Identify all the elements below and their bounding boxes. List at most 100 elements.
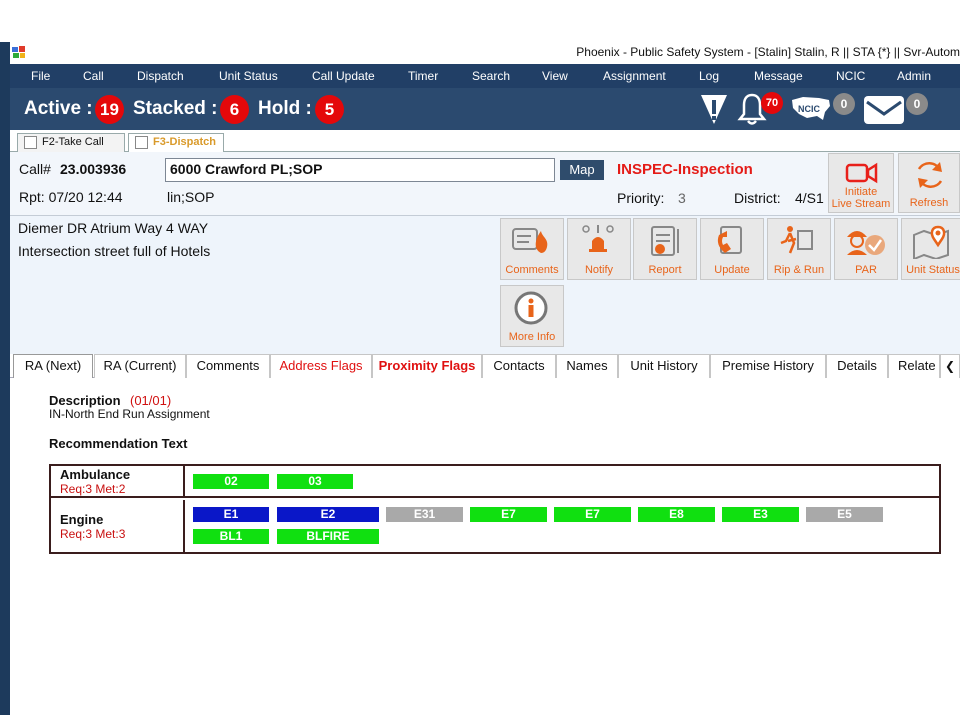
note-line-2: Intersection street full of Hotels xyxy=(18,243,211,259)
comments-button[interactable]: Comments xyxy=(500,218,564,280)
update-button[interactable]: Update xyxy=(700,218,764,280)
unit-chip[interactable]: E31 xyxy=(386,507,463,522)
tab-scroll-left-button[interactable]: ❮ xyxy=(940,354,960,378)
unit-chip[interactable]: BL1 xyxy=(193,529,269,544)
video-camera-icon xyxy=(845,162,878,184)
stacked-count-badge[interactable]: 6 xyxy=(220,95,249,124)
note-line-1: Diemer DR Atrium Way 4 WAY xyxy=(18,220,209,236)
priority-label: Priority: xyxy=(617,190,665,206)
menu-search[interactable]: Search xyxy=(472,69,510,83)
map-pin-icon xyxy=(913,225,949,259)
live-stream-label-2: Live Stream xyxy=(831,198,891,210)
unit-chip[interactable]: E7 xyxy=(470,507,547,522)
menu-timer[interactable]: Timer xyxy=(408,69,438,83)
recommendation-label: Recommendation Text xyxy=(49,436,188,451)
active-count-badge[interactable]: 19 xyxy=(95,95,124,124)
comments-fire-icon xyxy=(512,228,548,253)
unit-chip[interactable]: E5 xyxy=(806,507,883,522)
call-type: INSPEC-Inspection xyxy=(617,161,753,178)
warning-icon[interactable] xyxy=(699,92,729,126)
unit-status-button[interactable]: Unit Status xyxy=(901,218,960,280)
unit-chip[interactable]: E1 xyxy=(193,507,269,522)
tab-ra-next[interactable]: RA (Next) xyxy=(13,354,93,379)
unit-chip[interactable]: 02 xyxy=(193,474,269,489)
description-count: (01/01) xyxy=(130,393,172,408)
tab-related[interactable]: Relate xyxy=(888,354,940,378)
tab-comments[interactable]: Comments xyxy=(186,354,270,378)
tab-dispatch[interactable]: F3-Dispatch xyxy=(128,133,224,152)
app-icon xyxy=(12,46,25,58)
unit-chip[interactable]: BLFIRE xyxy=(277,529,379,544)
ra-category-cell: Engine Req:3 Met:3 xyxy=(51,500,185,554)
call-number-label: Call# xyxy=(19,161,51,177)
location-code: lin;SOP xyxy=(167,189,215,205)
detail-tabs: RA (Next) RA (Current) Comments Address … xyxy=(10,354,960,379)
menu-message[interactable]: Message xyxy=(754,69,803,83)
unit-chip[interactable]: E8 xyxy=(638,507,715,522)
refresh-icon xyxy=(917,162,943,188)
ra-category-name: Engine xyxy=(60,512,104,527)
par-button-label: PAR xyxy=(855,264,877,276)
rip-and-run-button[interactable]: Rip & Run xyxy=(767,218,831,280)
mail-icon[interactable] xyxy=(862,94,906,126)
tab-proximity-flags[interactable]: Proximity Flags xyxy=(372,354,482,378)
unit-chip[interactable]: 03 xyxy=(277,474,353,489)
rip-run-icon xyxy=(780,226,813,254)
district-label: District: xyxy=(734,190,781,206)
ra-category-name: Ambulance xyxy=(60,467,131,482)
district-value: 4/S1 xyxy=(795,190,824,206)
ncic-icon-label: NCIC xyxy=(798,104,820,114)
menu-file[interactable]: File xyxy=(31,69,50,83)
ncic-count-badge: 0 xyxy=(833,93,855,115)
ra-content: Description (01/01) IN-North End Run Ass… xyxy=(10,378,960,715)
menu-view[interactable]: View xyxy=(542,69,568,83)
menu-log[interactable]: Log xyxy=(699,69,719,83)
description-text: IN-North End Run Assignment xyxy=(49,407,210,421)
unit-status-button-label: Unit Status xyxy=(906,264,960,276)
active-label: Active : xyxy=(24,98,93,119)
call-number: 23.003936 xyxy=(60,161,127,177)
notify-bell-icon xyxy=(582,225,614,252)
menu-call-update[interactable]: Call Update xyxy=(312,69,375,83)
title-bar: Phoenix - Public Safety System - [Stalin… xyxy=(10,42,960,64)
unit-chip[interactable]: E7 xyxy=(554,507,631,522)
par-firefighter-icon xyxy=(847,231,885,255)
par-button[interactable]: PAR xyxy=(834,218,898,280)
more-info-button-label: More Info xyxy=(508,331,556,343)
initiate-live-stream-button[interactable]: Initiate Live Stream xyxy=(828,153,894,213)
menu-unit-status[interactable]: Unit Status xyxy=(219,69,278,83)
address-field[interactable]: 6000 Crawford PL;SOP xyxy=(165,158,555,182)
ra-row-engine: Engine Req:3 Met:3 E1 E2 E31 E7 E7 E8 E3… xyxy=(51,500,939,554)
tab-unit-history[interactable]: Unit History xyxy=(618,354,710,378)
notification-count-badge: 70 xyxy=(761,92,783,114)
window-title: Phoenix - Public Safety System - [Stalin… xyxy=(576,45,960,59)
refresh-label: Refresh xyxy=(909,197,949,209)
report-clipboard-icon xyxy=(651,226,679,256)
menu-bar: File Call Dispatch Unit Status Call Upda… xyxy=(10,64,960,88)
menu-call[interactable]: Call xyxy=(83,69,104,83)
refresh-button[interactable]: Refresh xyxy=(898,153,960,213)
tab-ra-current[interactable]: RA (Current) xyxy=(94,354,186,378)
menu-ncic[interactable]: NCIC xyxy=(836,69,865,83)
tab-take-call[interactable]: F2-Take Call xyxy=(17,133,125,152)
clipboard-icon xyxy=(24,136,37,149)
hold-count-badge[interactable]: 5 xyxy=(315,95,344,124)
menu-dispatch[interactable]: Dispatch xyxy=(137,69,184,83)
call-header: Call# 23.003936 6000 Crawford PL;SOP Map… xyxy=(10,152,960,216)
tab-names[interactable]: Names xyxy=(556,354,618,378)
menu-assignment[interactable]: Assignment xyxy=(603,69,666,83)
phoenix-window: Phoenix - Public Safety System - [Stalin… xyxy=(10,42,960,715)
menu-admin[interactable]: Admin xyxy=(897,69,931,83)
report-button[interactable]: Report xyxy=(633,218,697,280)
function-tab-strip: F2-Take Call F3-Dispatch xyxy=(10,130,960,152)
more-info-button[interactable]: More Info xyxy=(500,285,564,347)
tab-contacts[interactable]: Contacts xyxy=(482,354,556,378)
tab-premise-history[interactable]: Premise History xyxy=(710,354,826,378)
notify-button[interactable]: Notify xyxy=(567,218,631,280)
unit-chip[interactable]: E2 xyxy=(277,507,379,522)
unit-chip[interactable]: E3 xyxy=(722,507,799,522)
tab-address-flags[interactable]: Address Flags xyxy=(270,354,372,378)
tab-details[interactable]: Details xyxy=(826,354,888,378)
tab-take-call-label: F2-Take Call xyxy=(42,136,104,148)
map-button[interactable]: Map xyxy=(560,160,604,180)
